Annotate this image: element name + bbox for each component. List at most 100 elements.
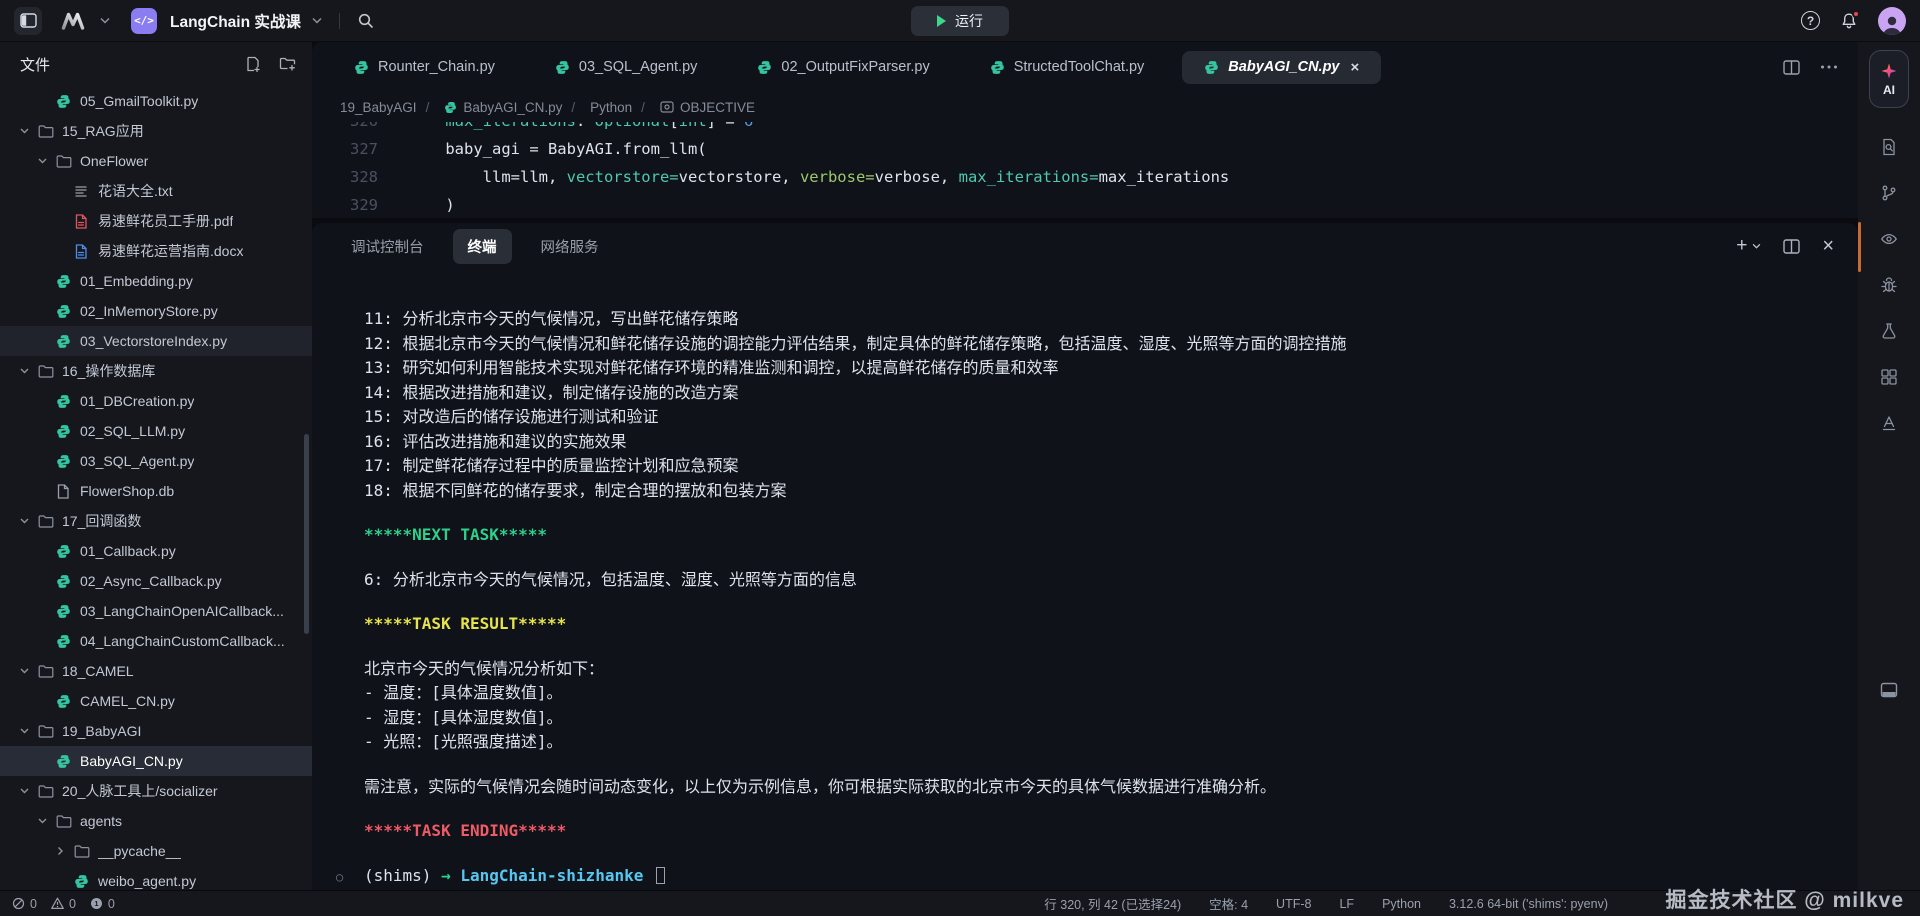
line-number: 328	[312, 163, 408, 191]
tree-item[interactable]: 03_VectorstoreIndex.py	[0, 326, 312, 356]
tree-item[interactable]: 03_LangChainOpenAICallback...	[0, 596, 312, 626]
status-segment[interactable]: 行 320, 列 42 (已选择24)	[1044, 894, 1181, 913]
tree-item[interactable]: 18_CAMEL	[0, 656, 312, 686]
editor-tab[interactable]: 02_OutputFixParser.py ×	[735, 51, 951, 83]
panel-tab[interactable]: 终端	[453, 229, 512, 264]
search-icon[interactable]	[357, 12, 375, 30]
editor-tab[interactable]: 03_SQL_Agent.py ×	[533, 51, 720, 83]
status-segment[interactable]: LF	[1339, 897, 1354, 911]
panel-tab[interactable]: 调试控制台	[336, 229, 439, 264]
tree-item[interactable]: 02_InMemoryStore.py	[0, 296, 312, 326]
text-file-icon	[74, 184, 88, 198]
code-line: 328 llm=llm, vectorstore=vectorstore, ve…	[312, 163, 1858, 191]
file-search-icon[interactable]	[1880, 138, 1898, 156]
code-editor[interactable]: 326 max_iterations: Optional[int] = 6 32…	[312, 122, 1858, 218]
line-number: 327	[312, 135, 408, 163]
tree-item[interactable]: 05_GmailToolkit.py	[0, 86, 312, 116]
split-panel-icon[interactable]	[1783, 239, 1800, 254]
sidebar-toggle-icon[interactable]	[14, 7, 42, 35]
folder-icon	[56, 154, 72, 168]
tree-item[interactable]: agents	[0, 806, 312, 836]
terminal-line	[364, 799, 1838, 819]
avatar[interactable]	[1878, 7, 1906, 35]
editor-tab[interactable]: Rounter_Chain.py ×	[332, 51, 517, 83]
breadcrumb: 19_BabyAGI BabyAGI_CN.py Python	[312, 92, 1858, 122]
breadcrumb-item[interactable]: OBJECTIVE	[632, 100, 755, 115]
tree-item[interactable]: 01_Callback.py	[0, 536, 312, 566]
tree-item[interactable]: CAMEL_CN.py	[0, 686, 312, 716]
bell-icon[interactable]	[1840, 12, 1858, 30]
python-file-icon	[56, 454, 71, 469]
terminal-output[interactable]: 11: 分析北京市今天的气候情况，写出鲜花储存策略12: 根据北京市今天的气候情…	[312, 269, 1858, 890]
tab-close-icon[interactable]: ×	[1351, 59, 1360, 76]
status-problem-item[interactable]: 0	[51, 897, 76, 911]
panel-tab[interactable]: 网络服务	[526, 229, 614, 264]
tree-item[interactable]: 19_BabyAGI	[0, 716, 312, 746]
breadcrumb-item[interactable]: BabyAGI_CN.py	[417, 100, 563, 115]
python-file-icon	[56, 604, 71, 619]
terminal-line: 14: 根据改进措施和建议，制定储存设施的改造方案	[364, 381, 1838, 406]
eye-icon[interactable]	[1880, 230, 1898, 248]
more-actions-icon[interactable]	[1820, 64, 1838, 70]
split-editor-icon[interactable]	[1783, 60, 1800, 75]
tree-item[interactable]: OneFlower	[0, 146, 312, 176]
tree-item[interactable]: 03_SQL_Agent.py	[0, 446, 312, 476]
tree-item[interactable]: BabyAGI_CN.py	[0, 746, 312, 776]
status-segment[interactable]: Python	[1382, 897, 1421, 911]
tree-item[interactable]: 01_DBCreation.py	[0, 386, 312, 416]
project-chevron-down-icon[interactable]	[312, 17, 322, 24]
new-file-icon[interactable]	[245, 56, 261, 72]
line-number: 326	[312, 122, 408, 135]
breadcrumb-item[interactable]: 19_BabyAGI	[340, 100, 417, 115]
project-name[interactable]: LangChain 实战课	[170, 10, 301, 32]
terminal-line: 16: 评估改进措施和建议的实施效果	[364, 430, 1838, 455]
status-problem-item[interactable]: 1 0	[90, 897, 115, 911]
tree-item[interactable]: 易速鲜花运营指南.docx	[0, 236, 312, 266]
sidebar-scrollbar[interactable]	[304, 434, 309, 634]
close-panel-icon[interactable]: ×	[1822, 235, 1834, 258]
python-file-icon	[56, 424, 71, 439]
tree-item[interactable]: __pycache__	[0, 836, 312, 866]
terminal-line	[364, 844, 1838, 864]
extensions-grid-icon[interactable]	[1880, 368, 1898, 386]
breadcrumb-item[interactable]: Python	[562, 100, 632, 115]
new-folder-icon[interactable]	[279, 56, 296, 72]
chevron-down-icon[interactable]	[100, 17, 110, 24]
help-icon[interactable]: ?	[1801, 11, 1820, 30]
tree-item[interactable]: 02_Async_Callback.py	[0, 566, 312, 596]
play-icon	[937, 15, 946, 27]
new-terminal-icon[interactable]: +	[1736, 235, 1761, 257]
tree-item[interactable]: 01_Embedding.py	[0, 266, 312, 296]
tree-item[interactable]: 15_RAG应用	[0, 116, 312, 146]
tree-item[interactable]: 20_人脉工具上/socializer	[0, 776, 312, 806]
status-segment[interactable]: 3.12.6 64-bit ('shims': pyenv)	[1449, 897, 1608, 911]
tree-item[interactable]: 04_LangChainCustomCallback...	[0, 626, 312, 656]
tree-item[interactable]: 02_SQL_LLM.py	[0, 416, 312, 446]
editor-tab[interactable]: StructedToolChat.py ×	[968, 51, 1167, 83]
bug-icon[interactable]	[1880, 276, 1898, 294]
code-line: 326 max_iterations: Optional[int] = 6	[312, 122, 1858, 135]
font-format-icon[interactable]	[1880, 414, 1898, 432]
notification-dot	[1852, 10, 1860, 18]
editor-tab[interactable]: BabyAGI_CN.py ×	[1182, 51, 1381, 84]
tree-item[interactable]: 花语大全.txt	[0, 176, 312, 206]
tree-item[interactable]: 17_回调函数	[0, 506, 312, 536]
editor-group: Rounter_Chain.py × 03_SQL_Agent.py × 02_	[312, 42, 1858, 890]
tree-item[interactable]: 易速鲜花员工手册.pdf	[0, 206, 312, 236]
status-segment[interactable]: 空格: 4	[1209, 894, 1248, 913]
app-logo-icon[interactable]	[59, 11, 89, 31]
terminal-line: *****NEXT TASK*****	[364, 523, 1838, 548]
tree-item[interactable]: weibo_agent.py	[0, 866, 312, 890]
status-segment[interactable]: UTF-8	[1276, 897, 1311, 911]
tree-item[interactable]: FlowerShop.db	[0, 476, 312, 506]
git-branch-icon[interactable]	[1880, 184, 1898, 202]
ai-assistant-button[interactable]: AI	[1869, 50, 1909, 108]
symbol-field-icon	[660, 101, 674, 113]
flask-icon[interactable]	[1880, 322, 1898, 340]
run-button[interactable]: 运行	[911, 6, 1009, 36]
tree-item[interactable]: 16_操作数据库	[0, 356, 312, 386]
status-problem-item[interactable]: 0	[12, 897, 37, 911]
panel-bottom-icon[interactable]	[1880, 682, 1898, 698]
folder-icon	[38, 724, 54, 738]
python-file-icon	[555, 60, 570, 75]
